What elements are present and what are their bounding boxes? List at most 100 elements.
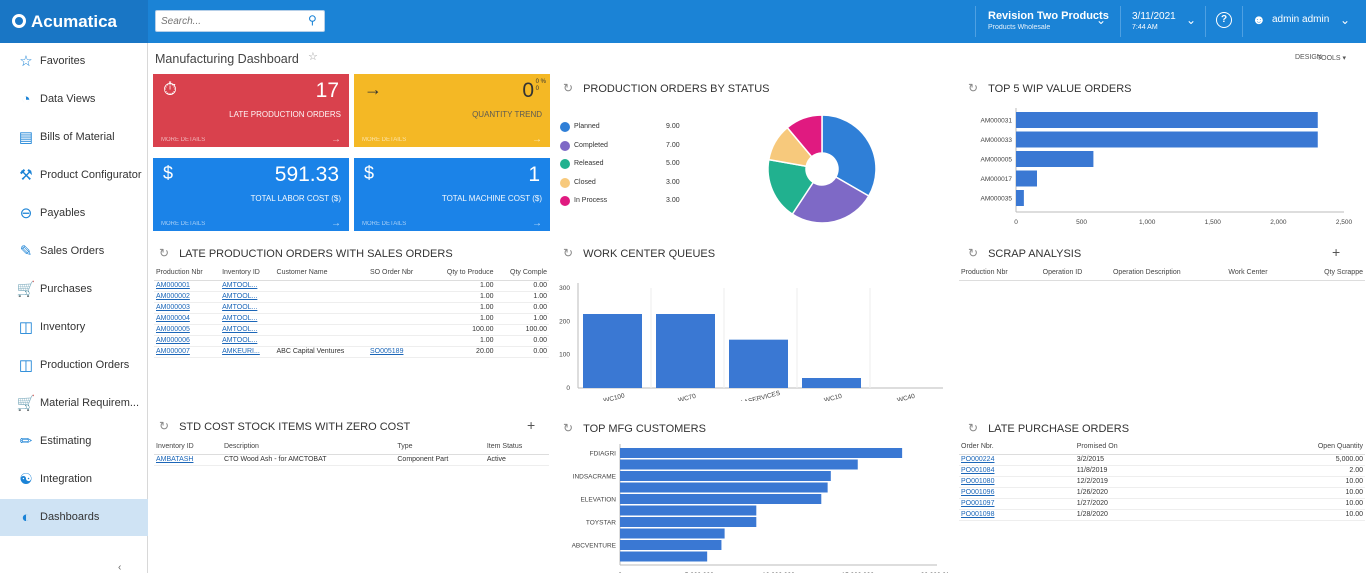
table-row[interactable]: AM000004 AMTOOL... 1.00 1.00 xyxy=(154,313,549,324)
bar[interactable] xyxy=(1016,170,1037,187)
column-header[interactable]: Item Status xyxy=(484,443,549,455)
refresh-icon[interactable]: ↻ xyxy=(159,246,169,260)
row-link[interactable]: AMTOOL... xyxy=(220,302,274,313)
more-details-link[interactable]: MORE DETAILS xyxy=(161,221,205,227)
refresh-icon[interactable]: ↻ xyxy=(159,419,169,433)
column-header[interactable]: Production Nbr xyxy=(154,269,221,281)
sidebar-item-favorites[interactable]: ☆ Favorites xyxy=(0,43,148,80)
company-selector[interactable]: Revision Two Products Products Wholesale xyxy=(988,11,1109,33)
row-link[interactable]: PO001096 xyxy=(959,487,1075,498)
table-row[interactable]: PO001080 12/2/2019 10.00 xyxy=(959,476,1365,487)
legend-item[interactable]: Completed 7.00 xyxy=(560,140,700,152)
legend-item[interactable]: Planned 9.00 xyxy=(560,121,700,133)
machine-cost-tile[interactable]: $ 1 TOTAL MACHINE COST ($) MORE DETAILS … xyxy=(354,158,550,231)
sidebar-item-material-requirements[interactable]: 🛒 Material Requirem... xyxy=(0,385,148,422)
chevron-down-icon[interactable]: ⌄ xyxy=(1340,13,1350,27)
help-icon[interactable]: ? xyxy=(1216,12,1232,28)
row-link[interactable]: AM000002 xyxy=(154,291,220,302)
row-link[interactable]: AMBATASH xyxy=(154,454,222,465)
row-link[interactable]: AM000004 xyxy=(154,313,220,324)
row-link[interactable]: AM000005 xyxy=(154,324,220,335)
row-link[interactable]: AM000006 xyxy=(154,335,220,346)
column-header[interactable]: Production Nbr xyxy=(959,269,1041,281)
bar[interactable] xyxy=(1016,151,1094,167)
table-row[interactable]: PO000224 3/2/2015 5,000.00 xyxy=(959,454,1365,465)
table-row[interactable]: AM000003 AMTOOL... 1.00 0.00 xyxy=(154,302,549,313)
bar[interactable] xyxy=(583,314,642,388)
tools-menu[interactable]: TOOLS ▾ xyxy=(1317,54,1346,62)
refresh-icon[interactable]: ↻ xyxy=(968,421,978,435)
add-icon[interactable]: + xyxy=(1332,244,1340,260)
sidebar-item-bills-of-material[interactable]: ▤ Bills of Material xyxy=(0,119,148,156)
labor-cost-tile[interactable]: $ 591.33 TOTAL LABOR COST ($) MORE DETAI… xyxy=(153,158,349,231)
table-row[interactable]: PO001084 11/8/2019 2.00 xyxy=(959,465,1365,476)
bar[interactable] xyxy=(620,517,757,527)
legend-item[interactable]: Closed 3.00 xyxy=(560,177,700,189)
refresh-icon[interactable]: ↻ xyxy=(968,81,978,95)
column-header[interactable]: Operation Description xyxy=(1110,269,1227,281)
sidebar-item-data-views[interactable]: ◔ Data Views xyxy=(0,81,148,118)
column-header[interactable]: Operation ID xyxy=(1040,269,1111,281)
app-logo[interactable]: Acumatica xyxy=(0,0,148,43)
sidebar-item-dashboards[interactable]: ◐ Dashboards xyxy=(0,499,148,536)
sidebar-item-integration[interactable]: ☯ Integration xyxy=(0,461,148,498)
row-link[interactable]: AM000003 xyxy=(154,302,220,313)
refresh-icon[interactable]: ↻ xyxy=(563,246,573,260)
bar[interactable] xyxy=(729,339,788,388)
row-link[interactable]: AMTOOL... xyxy=(220,324,274,335)
sidebar-item-sales-orders[interactable]: ✎ Sales Orders xyxy=(0,233,148,270)
column-header[interactable]: Inventory ID xyxy=(154,443,222,455)
bar[interactable] xyxy=(620,482,828,493)
business-date[interactable]: 3/11/2021 7:44 AM xyxy=(1132,11,1176,33)
column-header[interactable]: Qty Comple xyxy=(495,269,549,281)
row-link[interactable]: PO000224 xyxy=(959,454,1075,465)
table-row[interactable]: AM000005 AMTOOL... 100.00 100.00 xyxy=(154,324,549,335)
table-row[interactable]: AM000007 AMKEURI... ABC Capital Ventures SO… xyxy=(154,346,549,357)
arrow-right-icon[interactable]: → xyxy=(532,218,542,229)
quantity-trend-tile[interactable]: → 0 0 % 0 QUANTITY TREND MORE DETAILS → xyxy=(354,74,550,147)
chevron-down-icon[interactable]: ⌄ xyxy=(1096,13,1106,27)
sidebar-item-purchases[interactable]: 🛒 Purchases xyxy=(0,271,148,308)
bar[interactable] xyxy=(620,540,722,550)
search-icon[interactable]: ⚲ xyxy=(308,13,317,27)
sidebar-item-estimating[interactable]: ✏ Estimating xyxy=(0,423,148,460)
more-details-link[interactable]: MORE DETAILS xyxy=(362,221,406,227)
bar[interactable] xyxy=(620,505,757,516)
column-header[interactable]: Order Nbr. xyxy=(959,443,1075,455)
arrow-right-icon[interactable]: → xyxy=(331,134,341,145)
sidebar-item-payables[interactable]: ⊖ Payables xyxy=(0,195,148,232)
row-link[interactable]: AM000007 xyxy=(154,346,220,357)
bar[interactable] xyxy=(620,471,831,481)
sidebar-item-product-configurator[interactable]: ⚒ Product Configurator xyxy=(0,157,148,194)
column-header[interactable]: Qty Scrappe xyxy=(1295,269,1365,281)
table-row[interactable]: AMBATASH CTO Wood Ash - for AMCTOBAT Compo… xyxy=(154,454,549,465)
bar[interactable] xyxy=(656,314,715,388)
table-row[interactable]: AM000001 AMTOOL... 1.00 0.00 xyxy=(154,280,549,291)
column-header[interactable]: SO Order Nbr xyxy=(367,269,430,281)
bar[interactable] xyxy=(620,551,708,562)
row-link[interactable]: PO001084 xyxy=(959,465,1075,476)
add-icon[interactable]: + xyxy=(527,417,535,433)
bar[interactable] xyxy=(620,448,903,458)
bar[interactable] xyxy=(802,378,861,388)
table-row[interactable]: PO001098 1/28/2020 10.00 xyxy=(959,509,1365,520)
bar[interactable] xyxy=(620,528,725,539)
arrow-right-icon[interactable]: → xyxy=(532,134,542,145)
bar[interactable] xyxy=(1016,131,1318,148)
row-link[interactable]: PO001080 xyxy=(959,476,1075,487)
sidebar-item-inventory[interactable]: ◫ Inventory xyxy=(0,309,148,346)
row-link[interactable]: SO005189 xyxy=(368,346,430,357)
legend-item[interactable]: Released 5.00 xyxy=(560,158,700,170)
sidebar-item-production-orders[interactable]: ◫ Production Orders xyxy=(0,347,148,384)
arrow-right-icon[interactable]: → xyxy=(331,218,341,229)
refresh-icon[interactable]: ↻ xyxy=(563,81,573,95)
refresh-icon[interactable]: ↻ xyxy=(563,421,573,435)
late-orders-tile[interactable]: ⏱ 17 LATE PRODUCTION ORDERS MORE DETAILS… xyxy=(153,74,349,147)
table-row[interactable]: AM000002 AMTOOL... 1.00 1.00 xyxy=(154,291,549,302)
row-link[interactable]: AMTOOL... xyxy=(220,313,274,324)
column-header[interactable]: Open Quantity xyxy=(1213,443,1365,455)
user-name[interactable]: admin admin xyxy=(1272,14,1329,25)
more-details-link[interactable]: MORE DETAILS xyxy=(161,137,205,143)
table-row[interactable]: PO001097 1/27/2020 10.00 xyxy=(959,498,1365,509)
column-header[interactable]: Work Center xyxy=(1226,269,1296,281)
